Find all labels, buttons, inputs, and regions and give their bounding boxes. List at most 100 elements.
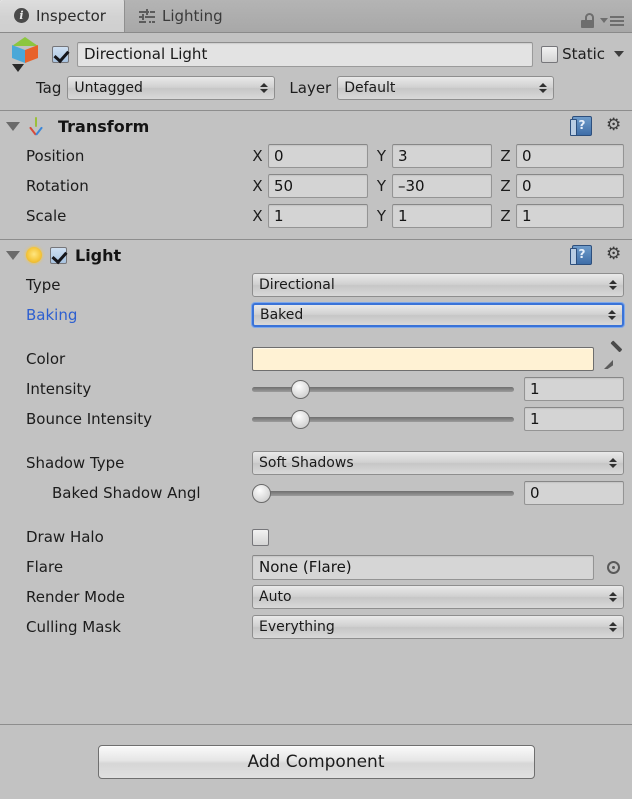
gear-icon[interactable]: ⚙: [606, 246, 624, 264]
lock-open-icon[interactable]: [581, 13, 594, 28]
draw-halo-label: Draw Halo: [26, 528, 104, 546]
render-mode-dropdown[interactable]: Auto: [252, 585, 624, 609]
cube-icon[interactable]: [8, 35, 44, 73]
tab-bar-controls: [581, 13, 632, 32]
sliders-icon: [138, 8, 155, 23]
axis-z-label: Z: [500, 147, 511, 165]
layer-dropdown[interactable]: Default: [337, 76, 555, 100]
target-picker-icon[interactable]: [602, 556, 624, 578]
render-mode-label: Render Mode: [26, 588, 126, 606]
sun-icon: [26, 247, 42, 263]
shadow-type-dropdown[interactable]: Soft Shadows: [252, 451, 624, 475]
transform-component-header[interactable]: Transform ? ⚙: [0, 111, 632, 141]
light-component-header[interactable]: Light ? ⚙: [0, 240, 632, 270]
scale-x-input[interactable]: 1: [268, 204, 368, 228]
rotation-x-input[interactable]: 50: [268, 174, 368, 198]
tab-bar: i Inspector Lighting: [0, 0, 632, 33]
tab-lighting[interactable]: Lighting: [125, 0, 241, 32]
rotation-z-input[interactable]: 0: [516, 174, 624, 198]
color-swatch[interactable]: [252, 347, 594, 371]
light-foldout-icon[interactable]: [6, 250, 20, 260]
tab-inspector[interactable]: i Inspector: [0, 0, 125, 32]
light-draw-halo-row: Draw Halo: [0, 522, 632, 552]
slider-track: [252, 491, 514, 496]
info-icon: i: [14, 8, 29, 23]
baking-dropdown[interactable]: Baked: [252, 303, 624, 327]
chevron-updown-icon: [539, 83, 548, 93]
light-enabled-checkbox[interactable]: [50, 246, 67, 264]
help-book-icon[interactable]: ?: [570, 116, 592, 136]
hamburger-menu-icon[interactable]: [600, 15, 624, 26]
intensity-label: Intensity: [26, 380, 92, 398]
rotation-y-input[interactable]: –30: [392, 174, 492, 198]
rotation-label: Rotation: [26, 177, 89, 195]
add-component-button[interactable]: Add Component: [97, 745, 535, 779]
scale-x-cell: X 1: [252, 204, 376, 228]
position-x-cell: X 0: [252, 144, 376, 168]
flare-object-field[interactable]: None (Flare): [252, 554, 594, 580]
help-book-icon[interactable]: ?: [570, 245, 592, 265]
type-label: Type: [26, 276, 61, 294]
rotation-z-cell: Z 0: [500, 174, 624, 198]
transform-position-row: Position X 0 Y 3 Z 0: [0, 141, 632, 171]
culling-mask-dropdown[interactable]: Everything: [252, 615, 624, 639]
scale-vector: X 1 Y 1 Z 1: [252, 204, 624, 228]
scale-y-input[interactable]: 1: [392, 204, 492, 228]
light-intensity-row: Intensity 1: [0, 374, 632, 404]
gear-icon[interactable]: ⚙: [606, 117, 624, 135]
light-flare-row: Flare None (Flare): [0, 552, 632, 582]
type-dropdown[interactable]: Directional: [252, 273, 624, 297]
draw-halo-checkbox[interactable]: [252, 528, 269, 546]
axis-z-label: Z: [500, 207, 511, 225]
light-bounce-intensity-row: Bounce Intensity 1: [0, 404, 632, 434]
baking-value: Baked: [260, 307, 304, 323]
axis-gizmo-icon: [26, 116, 46, 136]
chevron-updown-icon: [608, 310, 616, 320]
divider: [0, 724, 632, 725]
intensity-slider[interactable]: [252, 377, 514, 401]
position-y-cell: Y 3: [376, 144, 500, 168]
axis-y-label: Y: [376, 207, 387, 225]
position-z-cell: Z 0: [500, 144, 624, 168]
rotation-y-cell: Y –30: [376, 174, 500, 198]
tag-dropdown[interactable]: Untagged: [67, 76, 276, 100]
static-label: Static: [562, 45, 605, 63]
transform-foldout-icon[interactable]: [6, 121, 20, 131]
shadow-type-value: Soft Shadows: [259, 455, 354, 471]
scale-label: Scale: [26, 207, 67, 225]
static-dropdown-arrow[interactable]: [614, 51, 624, 57]
rotation-vector: X 50 Y –30 Z 0: [252, 174, 624, 198]
position-x-input[interactable]: 0: [268, 144, 368, 168]
culling-mask-value: Everything: [259, 619, 335, 635]
bounce-intensity-input[interactable]: 1: [524, 407, 624, 431]
tag-value: Untagged: [74, 80, 143, 96]
slider-knob[interactable]: [290, 410, 310, 429]
gameobject-header: Directional Light Static Tag Untagged La…: [0, 33, 632, 110]
scale-z-cell: Z 1: [500, 204, 624, 228]
light-culling-mask-row: Culling Mask Everything: [0, 612, 632, 642]
static-checkbox[interactable]: [541, 45, 559, 63]
baked-shadow-angle-slider[interactable]: [252, 481, 514, 505]
scale-z-input[interactable]: 1: [516, 204, 624, 228]
slider-knob[interactable]: [290, 380, 310, 399]
eyedropper-icon[interactable]: [602, 340, 624, 371]
gameobject-enabled-checkbox[interactable]: [52, 45, 69, 63]
flare-label: Flare: [26, 558, 64, 576]
slider-knob[interactable]: [252, 484, 271, 503]
position-z-input[interactable]: 0: [516, 144, 624, 168]
light-title: Light: [75, 245, 122, 265]
axis-x-label: X: [252, 207, 263, 225]
baked-shadow-angle-input[interactable]: 0: [524, 481, 624, 505]
layer-label: Layer: [289, 79, 332, 97]
inspector-window: i Inspector Lighting Directional Light S…: [0, 0, 632, 799]
bounce-intensity-label: Bounce Intensity: [26, 410, 153, 428]
gameobject-name-input[interactable]: Directional Light: [77, 41, 534, 67]
intensity-input[interactable]: 1: [524, 377, 624, 401]
bounce-intensity-slider[interactable]: [252, 407, 514, 431]
inspector-footer: Add Component: [0, 724, 632, 799]
position-y-input[interactable]: 3: [392, 144, 492, 168]
axis-x-label: X: [252, 177, 263, 195]
layer-value: Default: [344, 80, 396, 96]
